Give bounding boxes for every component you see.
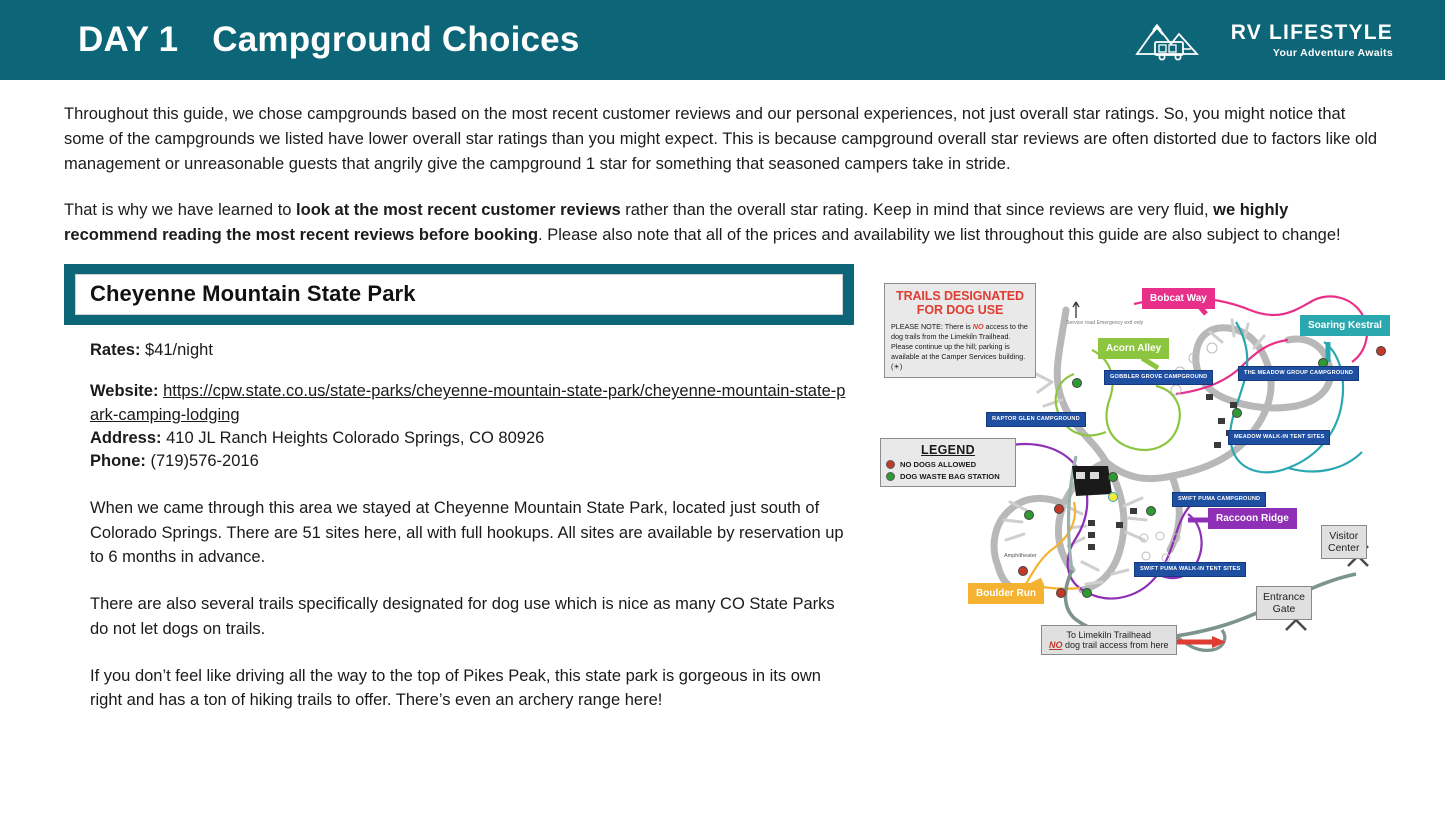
map-label-entrance-gate: Entrance Gate bbox=[1256, 585, 1313, 620]
campground-info-list: Rates: $41/night Website: https://cpw.st… bbox=[64, 325, 854, 474]
logo-name: RV LIFESTYLE bbox=[1230, 20, 1393, 44]
no-dogs-allowed-marker bbox=[1018, 565, 1028, 576]
legend-item-waste-station: DOG WASTE BAG STATION bbox=[886, 471, 1010, 481]
logo-tagline: Your Adventure Awaits bbox=[1272, 46, 1393, 59]
entrance-gate-line2: Gate bbox=[1272, 602, 1296, 615]
trail-label-raccoon-ridge: Raccoon Ridge bbox=[1208, 507, 1297, 530]
map-label-swift-puma-walk-in: SWIFT PUMA WALK-IN TENT SITES bbox=[1134, 561, 1247, 577]
description-paragraph-1: When we came through this area we stayed… bbox=[90, 498, 844, 567]
campground-title-inner: Cheyenne Mountain State Park bbox=[75, 273, 843, 315]
intro-p2-seg2: rather than the overall star rating. Kee… bbox=[620, 201, 1214, 220]
trail-label-bobcat-way: Bobcat Way bbox=[1142, 287, 1215, 310]
entrance-gate-line1: Entrance bbox=[1263, 590, 1306, 603]
description-paragraph-2: There are also several trails specifical… bbox=[90, 595, 835, 638]
camper-services-building bbox=[1072, 465, 1112, 496]
dog-trails-notice-box: TRAILS DESIGNATED FOR DOG USE PLEASE NOT… bbox=[884, 282, 1036, 379]
legend-item-no-dogs: NO DOGS ALLOWED bbox=[886, 459, 1010, 469]
no-dogs-allowed-marker bbox=[1376, 345, 1386, 356]
legend-label-no-dogs: NO DOGS ALLOWED bbox=[900, 459, 977, 469]
phone-value: (719)576-2016 bbox=[145, 452, 259, 471]
map-label-swift-puma: SWIFT PUMA CAMPGROUND bbox=[1172, 491, 1267, 507]
dog-waste-station-marker bbox=[1146, 505, 1156, 516]
intro-p2-seg3: . Please also note that all of the price… bbox=[538, 226, 1341, 244]
map-legend: LEGEND NO DOGS ALLOWED DOG WASTE BAG STA… bbox=[880, 437, 1016, 487]
limekiln-line2-rest: dog trail access from here bbox=[1062, 640, 1169, 651]
trail-label-soaring-kestral: Soaring Kestral bbox=[1300, 314, 1390, 337]
campground-details-column: Cheyenne Mountain State Park Rates: $41/… bbox=[64, 263, 854, 713]
no-dogs-allowed-marker bbox=[1056, 587, 1066, 598]
page-header: DAY 1 Campground Choices RV LIFESTYLE You… bbox=[0, 0, 1445, 80]
day-label: DAY 1 bbox=[78, 20, 179, 59]
header-title-text: Campground Choices bbox=[212, 20, 580, 59]
notice-no-emphasis: NO bbox=[972, 321, 984, 331]
intro-section: Throughout this guide, we chose campgrou… bbox=[0, 80, 1445, 248]
dog-waste-station-marker bbox=[1082, 587, 1092, 598]
dog-waste-bag-station-icon bbox=[886, 471, 895, 481]
trail-label-acorn-alley: Acorn Alley bbox=[1098, 337, 1170, 360]
rv-mountain-logo-icon bbox=[1135, 16, 1217, 64]
campground-description: When we came through this area we stayed… bbox=[64, 474, 854, 713]
map-label-amphitheater: Amphitheater bbox=[1004, 552, 1037, 559]
website-link[interactable]: https://cpw.state.co.us/state-parks/chey… bbox=[90, 382, 845, 423]
map-column: TRAILS DESIGNATED FOR DOG USE PLEASE NOT… bbox=[876, 264, 1404, 665]
trail-label-boulder-run: Boulder Run bbox=[968, 582, 1044, 605]
map-label-gobbler-grove: GOBBLER GROVE CAMPGROUND bbox=[1104, 369, 1214, 385]
address-line: Address: 410 JL Ranch Heights Colorado S… bbox=[90, 427, 854, 450]
website-label: Website: bbox=[90, 382, 159, 401]
intro-p2-seg1: That is why we have learned to bbox=[64, 201, 297, 220]
map-label-limekiln-trailhead: To Limekiln Trailhead NO dog trail acces… bbox=[1041, 624, 1177, 656]
visitor-center-line1: Visitor bbox=[1329, 529, 1359, 542]
brand-logo: RV LIFESTYLE Your Adventure Awaits bbox=[1135, 16, 1393, 64]
phone-line: Phone: (719)576-2016 bbox=[90, 450, 854, 473]
notice-body-pre: PLEASE NOTE: There is bbox=[891, 321, 973, 331]
notice-title-line2: FOR DOG USE bbox=[916, 302, 1004, 317]
no-dogs-allowed-icon bbox=[886, 459, 895, 469]
campground-name: Cheyenne Mountain State Park bbox=[90, 280, 416, 306]
address-value: 410 JL Ranch Heights Colorado Springs, C… bbox=[161, 429, 545, 448]
rates-value: $41/night bbox=[140, 340, 213, 359]
intro-paragraph-2: That is why we have learned to look at t… bbox=[64, 198, 1381, 248]
rates-label: Rates: bbox=[90, 340, 141, 359]
address-label: Address: bbox=[90, 429, 162, 448]
dog-waste-station-marker bbox=[1024, 509, 1034, 520]
phone-label: Phone: bbox=[90, 452, 146, 471]
map-label-raptor-glen: RAPTOR GLEN CAMPGROUND bbox=[986, 411, 1086, 427]
rates-line: Rates: $41/night bbox=[90, 339, 854, 362]
notice-body: PLEASE NOTE: There is NO access to the d… bbox=[891, 322, 1029, 372]
visitor-center-line2: Center bbox=[1328, 541, 1360, 554]
limekiln-line2: NO dog trail access from here bbox=[1049, 640, 1169, 650]
description-paragraph-3: If you don’t feel like driving all the w… bbox=[90, 666, 821, 710]
page-body: Throughout this guide, we chose campgrou… bbox=[0, 80, 1445, 713]
limekiln-no-emphasis: NO bbox=[1049, 640, 1063, 651]
legend-title: LEGEND bbox=[921, 442, 975, 457]
notice-title-line1: TRAILS DESIGNATED bbox=[896, 288, 1024, 303]
intro-p2-bold1: look at the most recent customer reviews bbox=[296, 201, 621, 220]
campground-section: Cheyenne Mountain State Park Rates: $41/… bbox=[0, 248, 1445, 713]
no-dogs-allowed-marker bbox=[1054, 503, 1064, 514]
limekiln-line1: To Limekiln Trailhead bbox=[1066, 629, 1152, 640]
map-label-service-road: Service road Emergency exit only bbox=[1066, 319, 1144, 326]
camper-services-marker-icon bbox=[1108, 491, 1118, 502]
dog-waste-station-marker bbox=[1232, 407, 1242, 418]
legend-label-waste-station: DOG WASTE BAG STATION bbox=[900, 471, 1000, 481]
map-label-meadow-walk-in: MEADOW WALK-IN TENT SITES bbox=[1228, 429, 1331, 445]
dog-waste-station-marker bbox=[1108, 471, 1118, 482]
website-line: Website: https://cpw.state.co.us/state-p… bbox=[90, 380, 854, 427]
dog-waste-station-marker bbox=[1072, 377, 1082, 388]
map-label-meadow-group: THE MEADOW GROUP CAMPGROUND bbox=[1238, 365, 1360, 381]
park-trail-map: TRAILS DESIGNATED FOR DOG USE PLEASE NOT… bbox=[876, 269, 1404, 665]
campground-title-box: Cheyenne Mountain State Park bbox=[64, 263, 854, 325]
map-label-visitor-center: Visitor Center bbox=[1321, 524, 1367, 559]
page-title: DAY 1 Campground Choices bbox=[78, 20, 580, 60]
intro-paragraph-1: Throughout this guide, we chose campgrou… bbox=[64, 105, 1378, 173]
